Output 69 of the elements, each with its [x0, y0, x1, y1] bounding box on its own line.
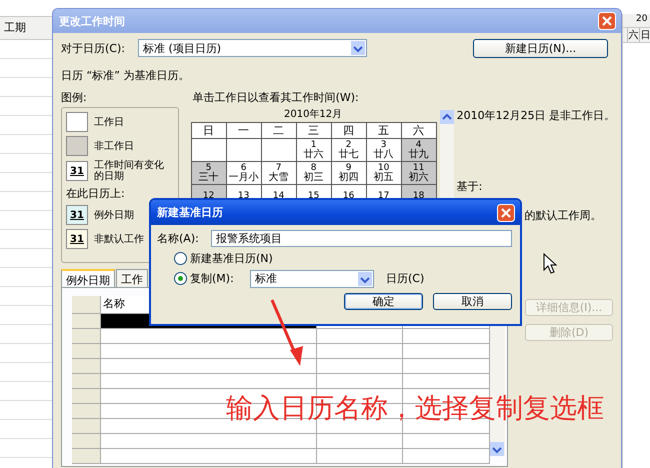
month-title: 2010年12月 — [282, 108, 344, 120]
row-header[interactable] — [72, 419, 101, 433]
weekday-header: 三 — [296, 123, 331, 138]
day-cell[interactable]: 9 初四 — [332, 162, 366, 184]
legend-label: 工作日 — [94, 116, 124, 128]
cancel-button[interactable]: 取消 — [433, 293, 512, 310]
day-cell[interactable]: 2 廿七 — [332, 139, 366, 161]
weekday-header: 日 — [192, 123, 226, 138]
field-label: 日历(C) — [386, 271, 424, 286]
tab[interactable]: 工作 — [116, 269, 148, 287]
info-text: 日历 “标准” 为基准日历。 — [61, 68, 190, 82]
window-title: 更改工作时间 — [59, 14, 125, 28]
field-label: 名称(A): — [157, 231, 200, 246]
tab[interactable]: 例外日期 — [61, 269, 115, 287]
row-header[interactable] — [72, 449, 101, 463]
field-label: 对于日历(C): — [61, 40, 126, 56]
legend-heading: 在此日历上: — [66, 186, 126, 201]
row-header[interactable] — [72, 329, 101, 343]
instruction-text: 单击工作日以查看其工作时间(W): — [192, 90, 360, 104]
column-header: 工期 — [0, 16, 52, 40]
weekday-header: 五 — [366, 123, 401, 138]
weekday-header: 六 — [402, 123, 436, 138]
radio-button[interactable]: 复制(M): — [174, 271, 236, 286]
status-text: 2010年12月25日 是非工作日。 — [456, 108, 616, 123]
day-cell[interactable]: 6 一月小 — [226, 162, 261, 184]
section-label: 图例: — [61, 90, 88, 104]
day-cell[interactable]: 1 廿六 — [296, 139, 331, 161]
cursor-icon — [543, 253, 557, 274]
row-header[interactable] — [72, 359, 101, 373]
row-header[interactable] — [72, 404, 101, 418]
row-header[interactable] — [72, 344, 101, 358]
timescale-header: 六 — [627, 28, 639, 42]
ok-button[interactable]: 确定 — [344, 293, 423, 310]
row-header[interactable] — [72, 374, 101, 388]
weekday-header: 二 — [262, 123, 296, 138]
day-cell[interactable]: 4 廿九 — [402, 139, 436, 161]
legend-swatch: 31 — [66, 205, 88, 225]
day-cell[interactable]: 7 大雪 — [262, 162, 296, 184]
row-header[interactable] — [72, 434, 101, 448]
legend-label: 非工作日 — [94, 140, 134, 152]
legend-label: 例外日期 — [94, 210, 134, 220]
row-header[interactable] — [72, 314, 101, 328]
timescale-header: 20 — [623, 14, 650, 28]
calendar-dropdown[interactable]: 标准 (项目日历) — [138, 39, 367, 57]
day-cell[interactable]: 3 廿八 — [366, 139, 401, 161]
info-text: 的默认工作周。 — [524, 208, 602, 223]
window-title: 新建基准日历 — [157, 205, 223, 220]
annotation-text: 输入日历名称，选择复制复选框 — [226, 394, 604, 424]
calendar-dropdown[interactable]: 标准 — [250, 270, 374, 288]
row-header[interactable] — [72, 389, 101, 403]
arrow — [270, 298, 306, 368]
close-icon[interactable] — [497, 204, 515, 222]
legend-swatch: 31 — [66, 161, 88, 181]
day-cell[interactable]: 11 初六 — [402, 162, 436, 184]
field-label: 基于: — [456, 179, 482, 194]
weekday-header: 四 — [332, 123, 366, 138]
name-field[interactable]: 报警系统项目 — [211, 230, 512, 247]
legend-swatch: 31 — [66, 229, 88, 249]
legend-label: 非默认工作 — [94, 234, 144, 244]
scroll-up-icon[interactable] — [440, 110, 454, 124]
day-cell[interactable]: 5 三十 — [192, 162, 226, 184]
day-cell[interactable]: 10 初五 — [366, 162, 401, 184]
legend-label: 工作时间有变化的日期 — [94, 160, 165, 182]
day-cell[interactable]: 8 初三 — [296, 162, 331, 184]
new-calendar-button[interactable]: 新建日历(N)... — [473, 38, 608, 58]
timescale-header: 日 — [639, 28, 650, 42]
radio-button[interactable]: 新建基准日历(N) — [174, 251, 273, 266]
scroll-down-icon[interactable] — [490, 442, 504, 456]
weekday-header: 一 — [226, 123, 261, 138]
